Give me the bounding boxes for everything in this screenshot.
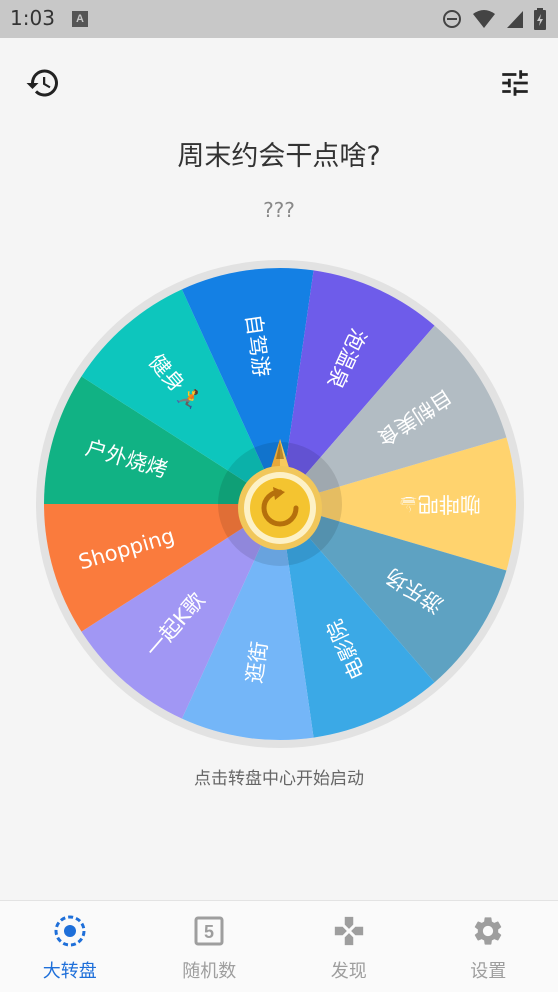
nav-item-random-number[interactable]: 5 随机数 bbox=[140, 901, 280, 992]
nav-label-discover: 发现 bbox=[330, 961, 367, 982]
wheel-segment-label: 咖啡吧☕ bbox=[399, 492, 481, 516]
history-button[interactable] bbox=[21, 61, 65, 105]
wheel-icon bbox=[54, 915, 86, 947]
battery-icon bbox=[534, 8, 546, 30]
nav-item-settings[interactable]: 设置 bbox=[419, 901, 558, 992]
notification-a-icon: A bbox=[72, 11, 88, 27]
status-icons bbox=[442, 8, 546, 30]
svg-text:5: 5 bbox=[204, 922, 214, 942]
result-text: ??? bbox=[263, 198, 295, 222]
nav-item-discover[interactable]: 发现 bbox=[279, 901, 419, 992]
nav-item-wheel[interactable]: 大转盘 bbox=[0, 901, 140, 992]
dice-number-icon: 5 bbox=[194, 916, 224, 946]
wifi-icon bbox=[473, 10, 495, 28]
status-time: 1:03 bbox=[10, 6, 55, 30]
dnd-icon bbox=[443, 10, 461, 28]
nav-label-random-number: 随机数 bbox=[182, 961, 237, 982]
signal-icon bbox=[507, 11, 523, 28]
nav-label-settings: 设置 bbox=[470, 961, 507, 982]
history-icon bbox=[26, 69, 58, 97]
gamepad-icon bbox=[334, 916, 363, 946]
tune-icon bbox=[502, 70, 528, 96]
page-title: 周末约会干点啥? bbox=[177, 141, 381, 172]
status-bar: 1:03 A bbox=[0, 0, 558, 38]
spin-wheel[interactable]: 咖啡吧☕游乐场电影院逛街一起K歌Shopping户外烧烤健身🏃自驾游 泡温泉自制美… bbox=[35, 259, 525, 749]
settings-tune-button[interactable] bbox=[493, 61, 537, 105]
gear-icon bbox=[475, 917, 502, 945]
spin-start-button[interactable] bbox=[238, 466, 322, 550]
hint-text: 点击转盘中心开始启动 bbox=[194, 769, 364, 789]
bottom-nav: 大转盘 5 随机数 发现 设置 bbox=[0, 900, 558, 992]
nav-label-wheel: 大转盘 bbox=[42, 961, 97, 982]
